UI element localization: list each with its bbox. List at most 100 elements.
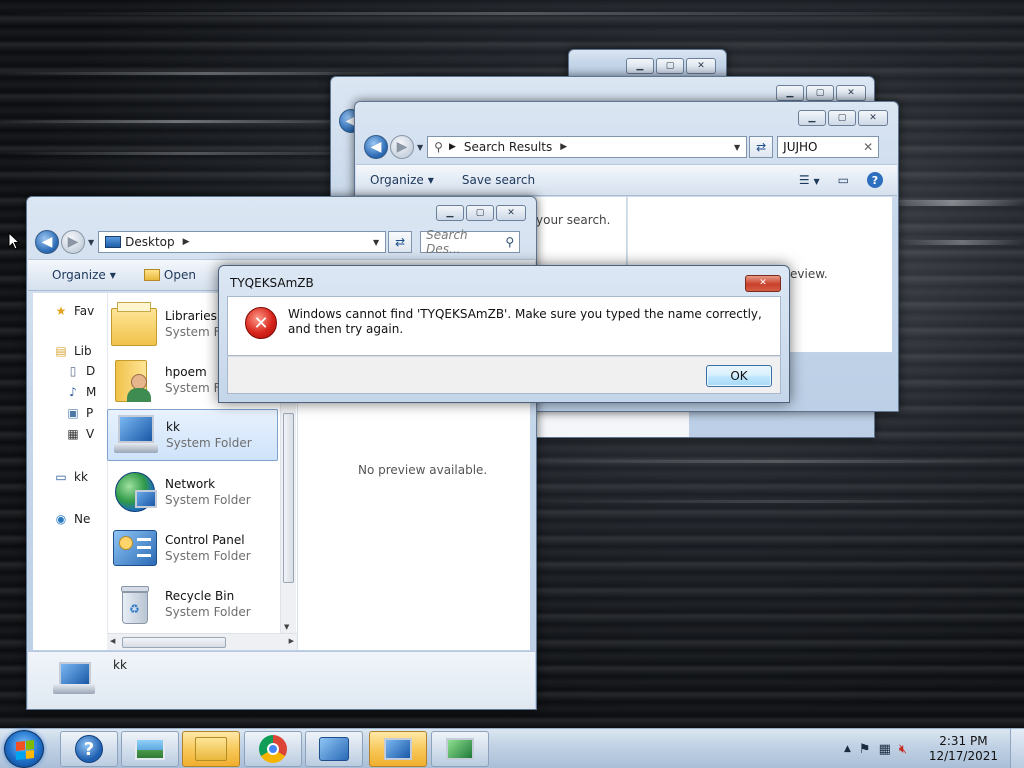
minimize-button[interactable]: ▁ [626,58,654,74]
nav-item-label: Fav [74,304,95,318]
refresh-button[interactable]: ⇄ [388,231,413,253]
chevron-right-icon: ▶ [182,237,190,247]
minimize-button[interactable]: ▁ [436,205,464,221]
close-button[interactable]: ✕ [496,205,526,221]
system-tray: ▲ ⚑ ▦ 🔇︎ [844,729,907,768]
close-button[interactable]: ✕ [836,85,866,101]
nav-item-documents[interactable]: ▯ D [65,363,96,379]
maximize-button[interactable]: ▢ [466,205,494,221]
forward-button[interactable]: ▶ [61,230,85,254]
dialog-message: Windows cannot find 'TYQEKSAmZB'. Make s… [288,307,762,336]
scroll-left-icon[interactable]: ◀ [110,637,115,645]
windows-logo-icon [16,740,34,760]
nav-item-favorites[interactable]: ★ Fav [53,303,95,319]
help-icon[interactable]: ? [867,172,883,188]
clear-search-icon[interactable]: ✕ [863,140,873,154]
close-button[interactable]: ✕ [686,58,716,74]
nav-item-network[interactable]: ◉ Ne [53,511,91,527]
minimize-button[interactable]: ▁ [798,110,826,126]
taskbar-network-button[interactable] [431,731,489,767]
background-streak [0,12,1024,15]
address-bar[interactable]: ⚲ ▶ Search Results ▶ ▼ [427,136,748,158]
error-dialog[interactable]: TYQEKSAmZB ✕ ✕ Windows cannot find 'TYQE… [218,265,790,403]
maximize-button[interactable]: ▢ [828,110,856,126]
taskbar-help-button[interactable]: ? [60,731,118,767]
recycle-bin-icon: ♻ [111,580,159,628]
dialog-body: ✕ Windows cannot find 'TYQEKSAmZB'. Make… [227,296,781,356]
show-desktop-button[interactable] [1010,729,1024,768]
close-button[interactable]: ✕ [858,110,888,126]
maximize-button[interactable]: ▢ [656,58,684,74]
nav-item-pictures[interactable]: ▣ P [65,405,93,421]
maximize-button[interactable]: ▢ [806,85,834,101]
save-search-button[interactable]: Save search [448,173,549,187]
nav-item-videos[interactable]: ▦ V [65,426,94,442]
show-hidden-icons-icon[interactable]: ▲ [844,744,851,754]
item-type: System Folder [165,605,251,619]
horizontal-scrollbar[interactable]: ◀ ▶ [107,633,297,650]
recent-pages-dropdown-icon[interactable]: ▼ [88,238,94,247]
start-button[interactable] [4,730,44,768]
preview-pane-icon[interactable]: ▭ [838,173,849,187]
ok-button[interactable]: OK [706,365,772,387]
nav-item-music[interactable]: ♪ M [65,384,96,400]
scroll-down-icon[interactable]: ▼ [284,623,289,631]
back-button[interactable]: ◀ [364,135,388,159]
background-window[interactable]: ▁ ▢ ✕ [568,49,727,79]
forward-button[interactable]: ▶ [390,135,414,159]
back-button[interactable]: ◀ [35,230,59,254]
taskbar-chrome-button[interactable] [244,731,302,767]
window-caption-buttons: ▁ ▢ ✕ [436,205,526,221]
address-dropdown-icon[interactable]: ▼ [373,238,379,247]
address-text: Search Results [463,140,553,154]
preview-message: eview. [790,267,828,281]
network-monitor-icon [446,738,474,760]
item-type: System Folder [165,549,251,563]
scrollbar-thumb[interactable] [283,413,294,583]
network-status-icon[interactable]: ▦ [879,742,891,757]
scroll-right-icon[interactable]: ▶ [289,637,294,645]
view-options-icon[interactable]: ☰ ▼ [799,173,820,187]
dialog-close-button[interactable]: ✕ [745,275,781,292]
item-name: Control Panel [165,533,245,547]
item-type: System Folder [165,493,251,507]
system-clock[interactable]: 2:31 PM 12/17/2021 [929,734,998,764]
item-name: Network [165,477,216,491]
refresh-button[interactable]: ⇄ [749,136,774,158]
clock-date: 12/17/2021 [928,749,998,763]
search-input[interactable]: Search Des... ⚲ [420,228,521,256]
taskbar-picture-viewer-button[interactable] [121,731,179,767]
chevron-down-icon: ▼ [427,175,434,185]
search-placeholder: Search Des... [426,228,468,256]
organize-button[interactable]: Organize ▼ [356,173,448,187]
open-label: Open [163,268,196,282]
minimize-button[interactable]: ▁ [776,85,804,101]
save-search-label: Save search [461,173,536,187]
address-bar[interactable]: Desktop ▶ ▼ [98,231,387,253]
scrollbar-thumb[interactable] [122,637,226,648]
organize-label: Organize [370,173,424,187]
open-button[interactable]: Open [130,268,210,282]
action-center-flag-icon[interactable]: ⚑ [859,742,871,757]
organize-button[interactable]: Organize ▼ [28,268,130,282]
taskbar-explorer-window-button[interactable] [369,731,427,767]
nav-item-libraries[interactable]: ▤ Lib [53,343,91,359]
taskbar-explorer-button[interactable] [182,731,240,767]
taskbar: ? ▲ ⚑ ▦ 🔇︎ 2:31 PM 12/17/2021 [0,728,1024,768]
item-type: System Folder [166,436,252,450]
list-item-recycle-bin[interactable]: ♻ Recycle Bin System Folder [107,577,278,631]
list-item-control-panel[interactable]: Control Panel System Folder [107,521,278,575]
background-streak [0,72,420,75]
search-input[interactable]: JUJHO ✕ [777,136,880,158]
search-icon: ⚲ [434,140,443,154]
list-item-network[interactable]: Network System Folder [107,465,278,519]
recent-pages-dropdown-icon[interactable]: ▼ [417,143,423,152]
volume-muted-icon[interactable]: 🔇︎ [899,742,907,757]
libraries-icon: ▤ [55,344,67,358]
list-item-kk[interactable]: kk System Folder [107,409,278,461]
nav-item-computer[interactable]: ▭ kk [53,469,88,485]
taskbar-control-panel-button[interactable] [305,731,363,767]
user-folder-icon [111,356,159,404]
address-dropdown-icon[interactable]: ▼ [734,143,740,152]
clock-time: 2:31 PM [939,734,988,748]
